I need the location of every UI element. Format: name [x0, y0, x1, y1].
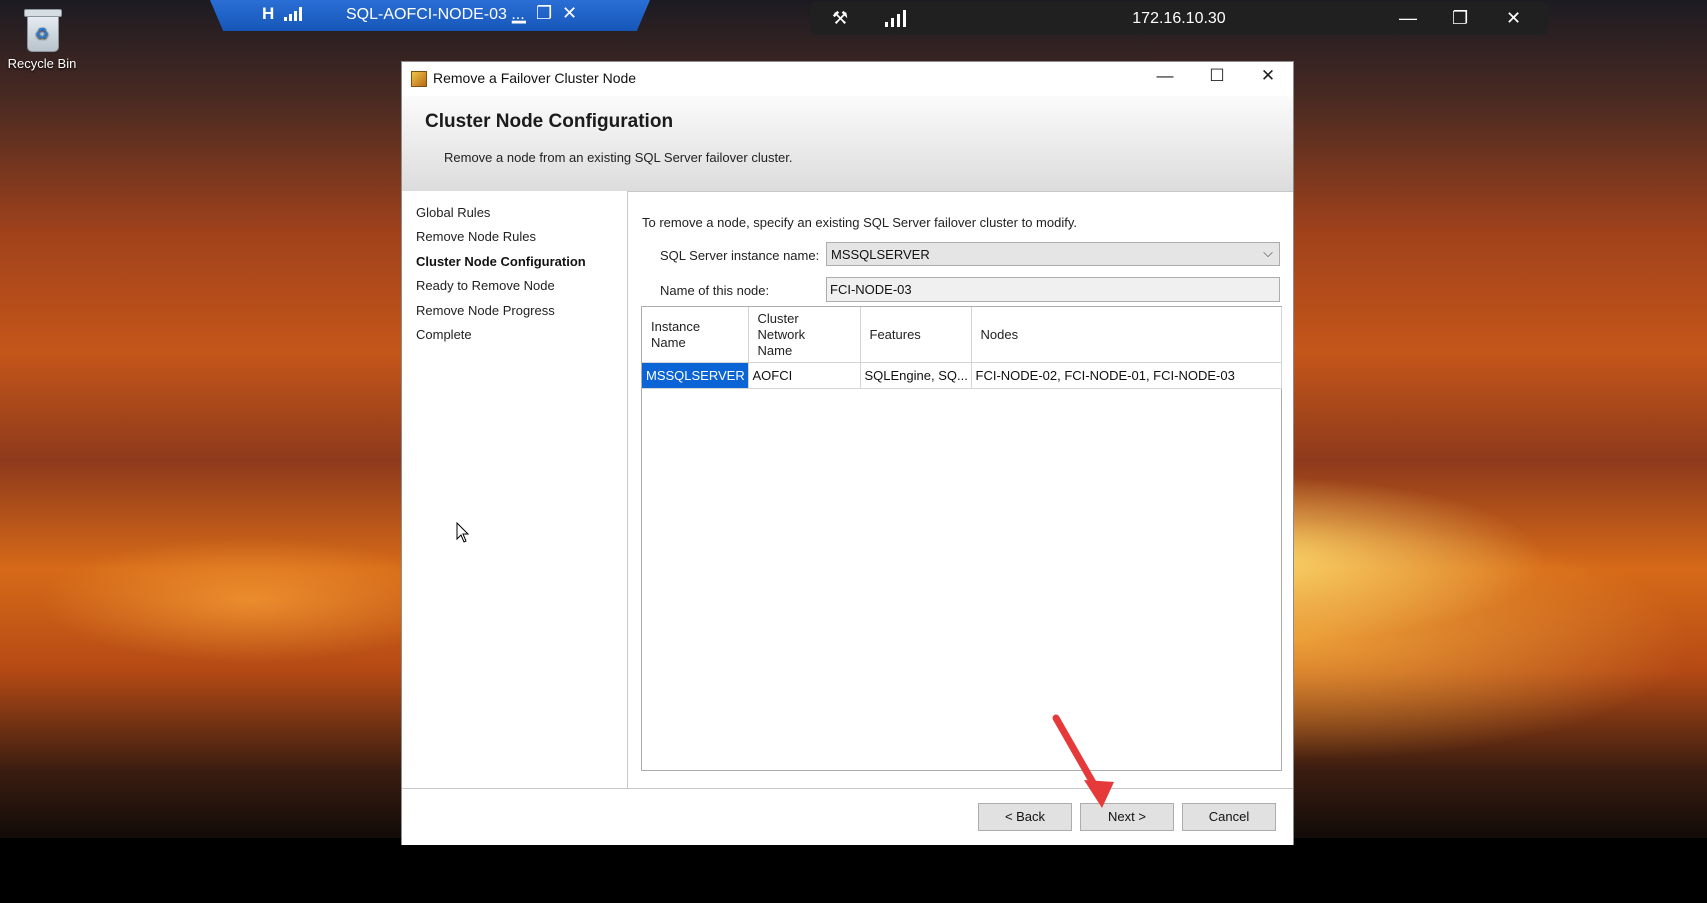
- chevron-down-icon: ⌵: [1263, 245, 1273, 260]
- node-name-field[interactable]: FCI-NODE-03: [826, 277, 1280, 302]
- column-header-nodes[interactable]: Nodes: [971, 307, 1282, 363]
- remote-address: 172.16.10.30: [1132, 10, 1226, 27]
- page-header: Cluster Node Configuration Remove a node…: [402, 96, 1293, 192]
- close-icon[interactable]: ✕: [562, 3, 577, 24]
- step-complete[interactable]: Complete: [416, 327, 472, 342]
- instance-name-label: SQL Server instance name:: [660, 248, 820, 263]
- remove-node-dialog: Remove a Failover Cluster Node — ☐ ✕ Clu…: [401, 61, 1294, 845]
- connection-signal-icon[interactable]: [284, 6, 302, 21]
- remote-session-bar: H SQL-AOFCI-NODE-03 ... ▁ ❐ ✕: [210, 0, 650, 31]
- step-remove-node-progress[interactable]: Remove Node Progress: [416, 303, 555, 318]
- node-name-label: Name of this node:: [660, 283, 770, 298]
- instance-name-value: MSSQLSERVER: [831, 247, 930, 262]
- cell-nodes[interactable]: FCI-NODE-02, FCI-NODE-01, FCI-NODE-03: [971, 362, 1282, 389]
- annotation-arrow-icon: [1052, 714, 1114, 808]
- session-title: SQL-AOFCI-NODE-03 ...: [346, 6, 525, 23]
- column-header-instance-name[interactable]: Instance Name: [642, 307, 749, 363]
- steps-nav: Global Rules Remove Node Rules Cluster N…: [402, 191, 628, 788]
- column-header-cluster-network-name[interactable]: Cluster Network Name: [748, 307, 861, 363]
- step-global-rules[interactable]: Global Rules: [416, 205, 490, 220]
- main-panel: To remove a node, specify an existing SQ…: [628, 191, 1293, 788]
- recycle-bin-label: Recycle Bin: [7, 56, 77, 71]
- taskbar-area: [0, 838, 1707, 903]
- intro-text: To remove a node, specify an existing SQ…: [642, 215, 1077, 230]
- dialog-titlebar[interactable]: Remove a Failover Cluster Node — ☐ ✕: [402, 62, 1293, 96]
- table-row[interactable]: MSSQLSERVER AOFCI SQLEngine, SQ... FCI-N…: [642, 362, 1282, 389]
- dialog-footer: < Back Next > Cancel: [402, 788, 1293, 845]
- step-ready-to-remove-node[interactable]: Ready to Remove Node: [416, 278, 555, 293]
- minimize-icon[interactable]: —: [1142, 66, 1188, 86]
- table-header-row: Instance Name Cluster Network Name Features…: [642, 307, 1282, 363]
- step-remove-node-rules[interactable]: Remove Node Rules: [416, 229, 536, 244]
- step-cluster-node-configuration[interactable]: Cluster Node Configuration: [416, 254, 586, 269]
- page-description: Remove a node from an existing SQL Serve…: [444, 150, 793, 165]
- cell-instance-name[interactable]: MSSQLSERVER: [642, 362, 749, 389]
- close-icon[interactable]: ✕: [1245, 66, 1291, 86]
- setup-app-icon: [411, 71, 427, 87]
- remote-desktop-toolbar: ⚒ 172.16.10.30 — ❐ ✕: [810, 2, 1548, 35]
- page-title: Cluster Node Configuration: [425, 111, 674, 132]
- restore-icon[interactable]: ❐: [1452, 8, 1468, 29]
- recycle-bin[interactable]: ♻ Recycle Bin: [6, 8, 78, 71]
- restore-icon[interactable]: ❐: [536, 3, 552, 24]
- cell-cluster-network-name[interactable]: AOFCI: [748, 362, 861, 389]
- instance-name-select[interactable]: MSSQLSERVER ⌵: [826, 242, 1280, 266]
- minimize-icon[interactable]: ▁: [512, 3, 526, 24]
- dialog-title: Remove a Failover Cluster Node: [433, 70, 637, 86]
- minimize-icon[interactable]: —: [1399, 8, 1417, 29]
- cancel-button[interactable]: Cancel: [1182, 803, 1276, 831]
- maximize-icon[interactable]: ☐: [1194, 66, 1240, 86]
- cell-features[interactable]: SQLEngine, SQ...: [860, 362, 972, 389]
- mouse-cursor-icon: [456, 522, 470, 543]
- close-icon[interactable]: ✕: [1506, 8, 1521, 29]
- pin-icon[interactable]: H: [262, 4, 274, 24]
- column-header-features[interactable]: Features: [860, 307, 972, 363]
- cluster-instances-table[interactable]: Instance Name Cluster Network Name Features…: [641, 306, 1282, 771]
- recycle-bin-icon: ♻: [23, 8, 62, 52]
